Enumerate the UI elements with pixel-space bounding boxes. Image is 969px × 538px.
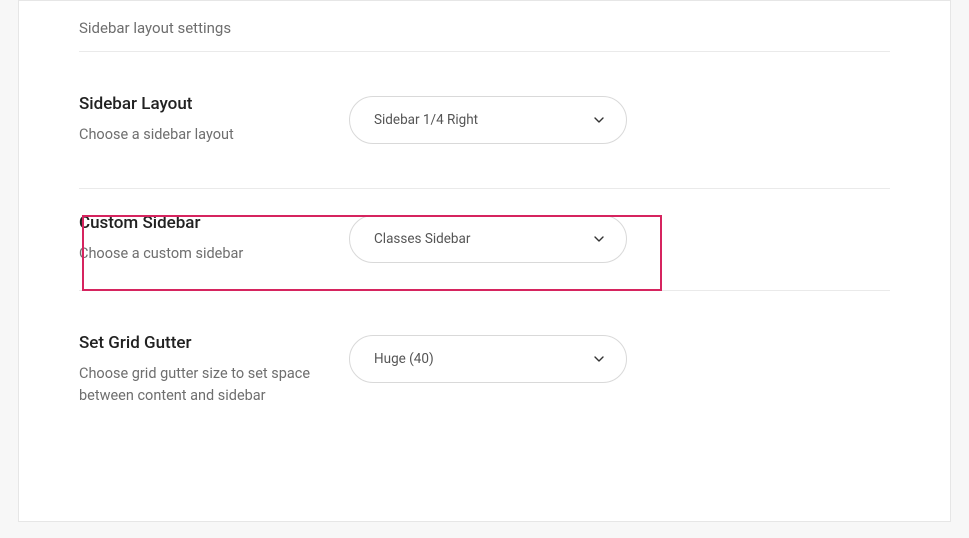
setting-grid-gutter: Set Grid Gutter Choose grid gutter size … bbox=[79, 291, 890, 436]
setting-description: Choose a sidebar layout bbox=[79, 124, 329, 146]
setting-left: Set Grid Gutter Choose grid gutter size … bbox=[79, 333, 349, 408]
setting-custom-sidebar: Custom Sidebar Choose a custom sidebar C… bbox=[79, 189, 890, 290]
chevron-down-icon bbox=[594, 115, 604, 125]
setting-sidebar-layout: Sidebar Layout Choose a sidebar layout S… bbox=[79, 52, 890, 189]
setting-right: Classes Sidebar bbox=[349, 213, 627, 263]
chevron-down-icon bbox=[594, 354, 604, 364]
setting-title: Sidebar Layout bbox=[79, 94, 329, 114]
setting-left: Custom Sidebar Choose a custom sidebar bbox=[79, 213, 349, 265]
sidebar-layout-dropdown[interactable]: Sidebar 1/4 Right bbox=[349, 96, 627, 144]
dropdown-value: Sidebar 1/4 Right bbox=[374, 112, 478, 128]
dropdown-value: Classes Sidebar bbox=[374, 231, 470, 247]
section-title: Sidebar layout settings bbox=[79, 1, 890, 52]
dropdown-value: Huge (40) bbox=[374, 351, 434, 367]
setting-description: Choose a custom sidebar bbox=[79, 243, 329, 265]
grid-gutter-dropdown[interactable]: Huge (40) bbox=[349, 335, 627, 383]
settings-panel: Sidebar layout settings Sidebar Layout C… bbox=[18, 0, 951, 522]
chevron-down-icon bbox=[594, 234, 604, 244]
setting-right: Huge (40) bbox=[349, 333, 627, 383]
setting-description: Choose grid gutter size to set space bet… bbox=[79, 363, 329, 408]
setting-title: Custom Sidebar bbox=[79, 213, 329, 233]
setting-title: Set Grid Gutter bbox=[79, 333, 329, 353]
setting-right: Sidebar 1/4 Right bbox=[349, 94, 627, 144]
custom-sidebar-dropdown[interactable]: Classes Sidebar bbox=[349, 215, 627, 263]
setting-left: Sidebar Layout Choose a sidebar layout bbox=[79, 94, 349, 146]
